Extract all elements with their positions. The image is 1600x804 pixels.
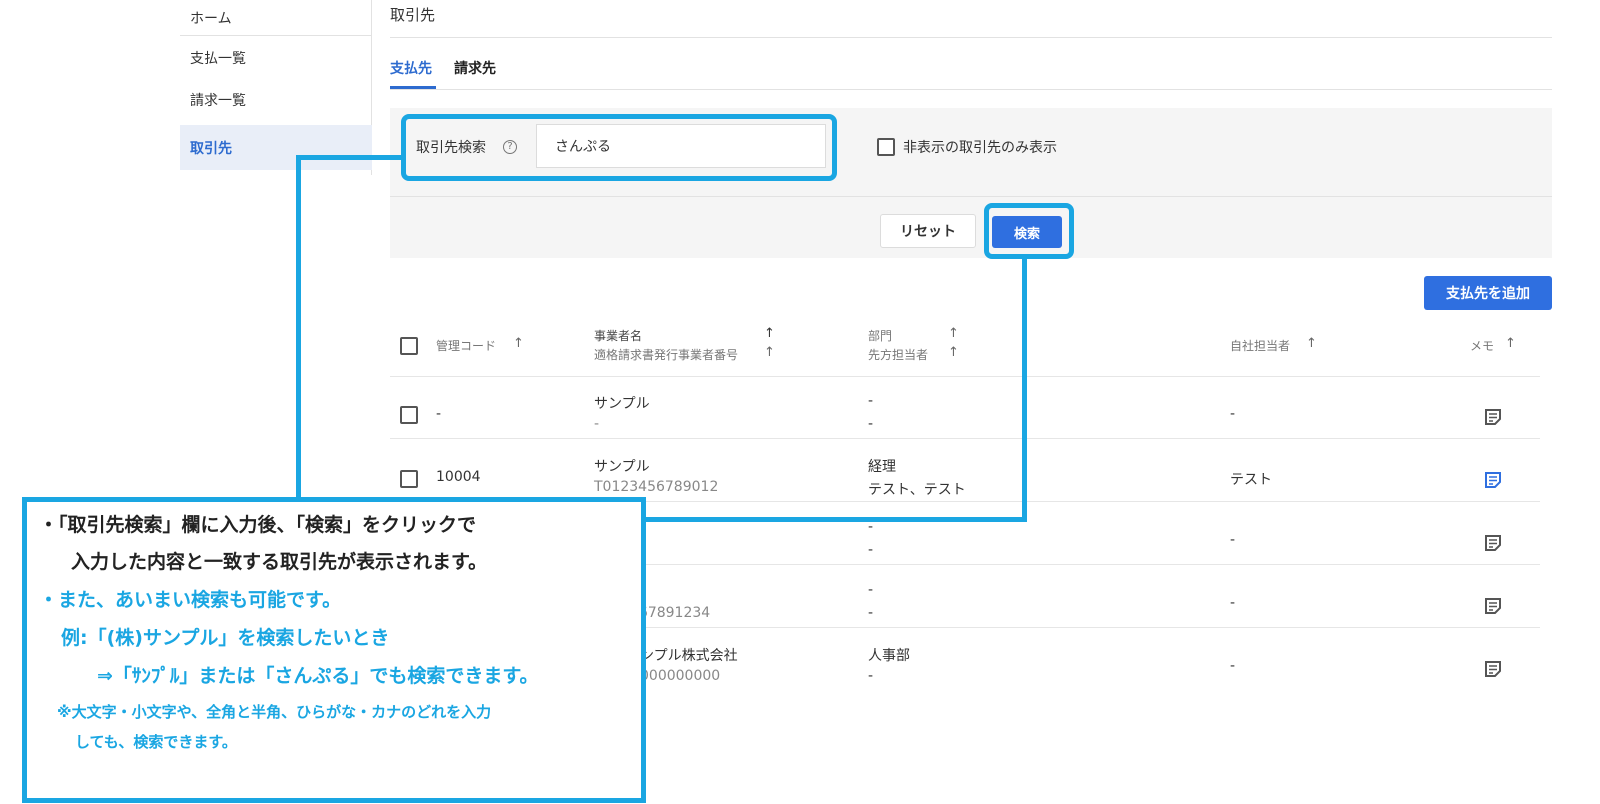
select-all-checkbox[interactable] — [400, 337, 418, 355]
row-contact: - — [868, 668, 874, 684]
memo-icon[interactable] — [1483, 596, 1503, 616]
row-dept: 人事部 — [868, 648, 910, 664]
sidebar-item-label: 請求一覧 — [190, 93, 246, 109]
row-contact: - — [868, 542, 874, 558]
arrow-up-icon[interactable]: ↑ — [1505, 336, 1516, 351]
row-name[interactable]: サンプル — [594, 393, 650, 413]
arrow-up-icon[interactable]: ↑ — [513, 336, 524, 351]
hidden-only-label: 非表示の取引先のみ表示 — [903, 140, 1057, 156]
arrow-up-icon[interactable]: ↑ — [1306, 336, 1317, 351]
sidebar-item-invoices[interactable]: 請求一覧 — [180, 79, 372, 121]
column-header-reg-no[interactable]: 適格請求書発行事業者番号 — [594, 346, 738, 363]
sidebar-item-label: 支払一覧 — [190, 51, 246, 67]
row-reg-no: T0123456789012 — [594, 479, 719, 495]
callout-connector — [1022, 258, 1027, 522]
row-dept: - — [868, 393, 874, 409]
column-header-name[interactable]: 事業者名 — [594, 327, 642, 344]
sidebar-item-payments[interactable]: 支払一覧 — [180, 37, 372, 79]
row-owner: - — [1230, 406, 1236, 422]
divider — [390, 376, 1540, 377]
divider — [390, 196, 1552, 197]
row-checkbox[interactable] — [400, 406, 418, 424]
callout-connector — [640, 517, 1027, 522]
row-owner: - — [1230, 532, 1236, 548]
hidden-only-checkbox[interactable] — [877, 138, 895, 156]
search-field-highlight — [401, 114, 837, 181]
row-owner: - — [1230, 595, 1236, 611]
row-reg-no: 000000000 — [640, 668, 721, 684]
tab-billees[interactable]: 請求先 — [454, 58, 496, 78]
memo-icon[interactable] — [1483, 470, 1503, 490]
row-checkbox[interactable] — [400, 470, 418, 488]
divider — [390, 438, 1540, 439]
row-contact: テスト、テスト — [868, 482, 966, 498]
column-header-memo[interactable]: メモ — [1470, 337, 1494, 354]
sidebar: ホーム 支払一覧 請求一覧 取引先 — [180, 0, 372, 175]
page-title: 取引先 — [390, 6, 436, 24]
row-owner: - — [1230, 658, 1236, 674]
column-header-contact[interactable]: 先方担当者 — [868, 346, 928, 363]
column-header-code[interactable]: 管理コード — [436, 337, 496, 354]
callout-text: ※大文字・小文字や、全角と半角、ひらがな・カナのどれを入力 — [57, 703, 492, 721]
reset-button[interactable]: リセット — [880, 214, 976, 248]
search-button-highlight — [984, 203, 1074, 259]
callout-text: ・また、あいまい検索も可能です。 — [39, 589, 342, 611]
arrow-up-icon[interactable]: ↑ — [764, 345, 775, 360]
row-owner: テスト — [1230, 472, 1272, 488]
row-dept: 経理 — [868, 459, 896, 475]
row-contact: - — [868, 416, 874, 432]
callout-text: 入力した内容と一致する取引先が表示されます。 — [71, 551, 488, 573]
row-name[interactable]: ンプル株式会社 — [640, 645, 738, 665]
callout-text: しても、検索できます。 — [75, 733, 237, 751]
callout-connector — [296, 155, 402, 160]
callout-text: ⇒「ｻﾝﾌﾟﾙ」または「さんぷる」でも検索できます。 — [97, 665, 539, 687]
callout-box: ・「取引先検索」欄に入力後、「検索」をクリックで 入力した内容と一致する取引先が… — [22, 497, 646, 803]
row-contact: - — [868, 605, 874, 621]
column-header-owner[interactable]: 自社担当者 — [1230, 337, 1290, 354]
arrow-up-icon[interactable]: ↑ — [764, 326, 775, 341]
memo-icon[interactable] — [1483, 533, 1503, 553]
sidebar-item-home[interactable]: ホーム — [180, 0, 372, 36]
callout-text: ・「取引先検索」欄に入力後、「検索」をクリックで — [39, 514, 477, 536]
tab-payees[interactable]: 支払先 — [390, 58, 432, 78]
callout-connector — [296, 155, 301, 500]
divider — [390, 89, 1552, 90]
memo-icon[interactable] — [1483, 407, 1503, 427]
row-reg-no: - — [594, 416, 600, 432]
row-dept: - — [868, 582, 874, 598]
sidebar-item-partners[interactable]: 取引先 — [180, 125, 372, 170]
row-code: - — [436, 406, 442, 422]
arrow-up-icon[interactable]: ↑ — [948, 345, 959, 360]
memo-icon[interactable] — [1483, 659, 1503, 679]
add-payee-button[interactable]: 支払先を追加 — [1424, 276, 1552, 310]
row-code: 10004 — [436, 469, 481, 485]
divider — [390, 37, 1552, 38]
callout-text: 例:「(株)サンプル」を検索したいとき — [61, 627, 390, 649]
arrow-up-icon[interactable]: ↑ — [948, 326, 959, 341]
column-header-dept[interactable]: 部門 — [868, 327, 892, 344]
sidebar-item-label: ホーム — [190, 10, 232, 27]
row-name[interactable]: サンプル — [594, 456, 650, 476]
sidebar-item-label: 取引先 — [190, 140, 232, 157]
